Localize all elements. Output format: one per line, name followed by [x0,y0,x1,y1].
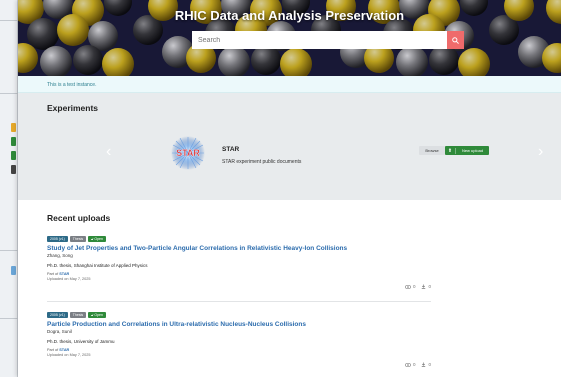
new-upload-button[interactable]: ⬆ New upload [445,146,489,155]
record-badges: 2005 (v1) Thesis 🔓︎ Open [47,236,431,242]
list-item: 2005 (v1) Thesis 🔓︎ Open Study of Jet Pr… [47,236,431,302]
community-link[interactable]: STAR [59,348,69,352]
part-of-label: Part of [47,272,59,276]
type-badge: Thesis [69,236,87,242]
chevron-left-icon[interactable]: ‹ [106,144,111,160]
record-stats: 0 0 [404,284,431,289]
type-badge: Thesis [69,312,87,318]
eye-icon [404,284,411,289]
download-icon [422,284,426,289]
search-icon [452,36,459,44]
record-upload-date: Uploaded on May 7, 2025 [47,277,91,281]
browse-button[interactable]: Browse [419,146,445,155]
test-instance-notice: This is a test instance. [18,76,561,93]
star-experiment-logo: STAR [171,136,205,170]
record-thesis-info: Ph.D. thesis, University of Jammu [47,339,115,344]
download-icon [422,362,426,367]
downloads-count: 0 [428,284,431,289]
views-count: 0 [412,284,416,289]
record-part-of: Part of STAR [47,272,431,276]
downloads-stat: 0 [421,284,431,289]
record-upload-date: Uploaded on May 7, 2025 [47,353,91,357]
hero-banner: RHIC Data and Analysis Preservation [18,0,561,76]
access-label: Open [94,237,103,241]
upload-icon: ⬆ [445,147,456,154]
experiment-name[interactable]: STAR [222,146,239,153]
new-upload-label: New upload [461,148,484,153]
community-link[interactable]: STAR [59,272,69,276]
record-title-link[interactable]: Study of Jet Properties and Two-Particle… [47,245,431,252]
downloads-stat: 0 [421,362,431,367]
record-thesis-info: Ph.D. thesis, Shanghai Institute of Appl… [47,263,148,268]
part-of-label: Part of [47,348,59,352]
search-button[interactable] [447,31,464,49]
star-logo-text: STAR [176,148,200,158]
views-stat: 0 [404,362,416,367]
experiments-section: Experiments ‹ › STAR STAR STAR experimen… [18,93,561,200]
experiments-heading: Experiments [47,103,99,113]
chevron-right-icon[interactable]: › [538,144,543,160]
views-stat: 0 [404,284,416,289]
record-title-link[interactable]: Particle Production and Correlations in … [47,321,431,328]
record-author: Dogra, Sunil [47,329,72,334]
year-badge: 2005 (v1) [47,236,68,242]
search-bar [192,31,464,49]
record-part-of: Part of STAR [47,348,431,352]
recent-uploads-heading: Recent uploads [47,213,111,223]
access-badge: 🔓︎ Open [88,236,106,242]
background-window [0,0,18,377]
access-label: Open [94,313,103,317]
record-author: Zhang, Song [47,253,73,258]
search-input[interactable] [192,31,447,49]
record-stats: 0 0 [404,362,431,367]
experiment-description: STAR experiment public documents [222,159,302,165]
downloads-count: 0 [428,362,431,367]
access-badge: 🔓︎ Open [88,312,106,318]
record-badges: 2005 (v1) Thesis 🔓︎ Open [47,312,431,318]
main-page: RHIC Data and Analysis Preservation This… [18,0,561,377]
eye-icon [404,362,411,367]
list-item: 2005 (v1) Thesis 🔓︎ Open Particle Produc… [47,312,431,376]
site-title: RHIC Data and Analysis Preservation [174,8,405,23]
year-badge: 2005 (v1) [47,312,68,318]
views-count: 0 [412,362,416,367]
